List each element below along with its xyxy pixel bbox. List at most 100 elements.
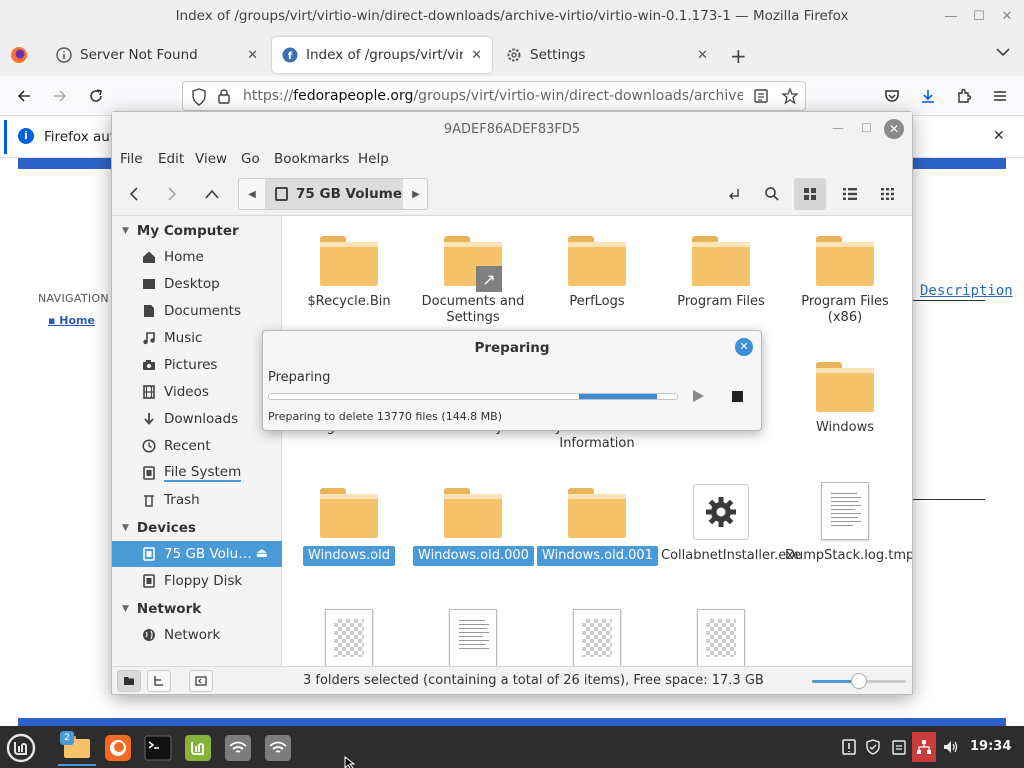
description-link[interactable]: Description bbox=[920, 283, 1013, 299]
file-item[interactable] bbox=[661, 609, 781, 666]
reader-view-icon[interactable] bbox=[753, 88, 769, 108]
icon-view-button[interactable] bbox=[794, 178, 826, 210]
list-view-button[interactable] bbox=[834, 178, 866, 210]
file-item[interactable] bbox=[413, 609, 533, 666]
file-item[interactable]: ↗ Documents and Settings bbox=[413, 236, 533, 326]
shield-tray-icon[interactable] bbox=[864, 738, 882, 756]
file-item-selected[interactable]: Windows.old bbox=[289, 488, 409, 566]
file-item[interactable]: Program Files bbox=[661, 236, 781, 310]
close-button[interactable]: ✕ bbox=[884, 119, 904, 139]
taskbar-firefox[interactable] bbox=[99, 730, 137, 766]
sidebar-item-trash[interactable]: Trash bbox=[112, 487, 282, 513]
taskbar-files[interactable]: 2 bbox=[58, 730, 96, 766]
sidebar-item-home[interactable]: Home bbox=[112, 244, 282, 270]
sidebar-section-network[interactable]: ▼ Network bbox=[122, 601, 201, 617]
notification-close-icon[interactable]: ✕ bbox=[993, 128, 1005, 144]
close-window-button[interactable]: ✕ bbox=[998, 8, 1016, 26]
eject-icon[interactable]: ⏏ bbox=[256, 546, 268, 561]
pocket-icon[interactable] bbox=[880, 84, 904, 108]
hamburger-menu-icon[interactable] bbox=[988, 84, 1012, 108]
taskbar-terminal[interactable] bbox=[139, 730, 177, 766]
forward-button[interactable] bbox=[48, 84, 72, 108]
breadcrumb-item-volume[interactable]: 75 GB Volume bbox=[265, 179, 403, 209]
sidebar-item-75gb-volume[interactable]: 75 GB Volu… ⏏ bbox=[112, 541, 282, 567]
tab-server-not-found[interactable]: Server Not Found ✕ bbox=[46, 37, 268, 73]
sidebar-item-downloads[interactable]: Downloads bbox=[112, 406, 282, 432]
lock-icon[interactable] bbox=[217, 88, 231, 108]
file-item-selected[interactable]: Windows.old.001 bbox=[537, 488, 658, 566]
menu-edit[interactable]: Edit bbox=[158, 151, 184, 167]
show-places-button[interactable] bbox=[117, 670, 141, 692]
new-tab-button[interactable]: + bbox=[730, 44, 747, 68]
maximize-button[interactable]: ☐ bbox=[970, 8, 988, 26]
file-item[interactable]: Program Files (x86) bbox=[785, 236, 905, 326]
dialog-close-button[interactable]: ✕ bbox=[735, 338, 753, 356]
file-item-selected[interactable]: Windows.old.000 bbox=[413, 488, 534, 566]
downloads-icon[interactable] bbox=[916, 84, 940, 108]
maximize-button[interactable]: ☐ bbox=[861, 121, 872, 135]
forward-button[interactable] bbox=[156, 178, 188, 210]
firefox-menu-icon[interactable] bbox=[10, 46, 28, 64]
sidebar-item-recent[interactable]: Recent bbox=[112, 433, 282, 459]
clipboard-tray-icon[interactable] bbox=[890, 738, 908, 756]
menu-view[interactable]: View bbox=[195, 151, 227, 167]
breadcrumb-left-icon[interactable]: ◀ bbox=[239, 179, 265, 209]
taskbar-network-app-2[interactable] bbox=[259, 730, 297, 766]
minimize-button[interactable]: — bbox=[942, 8, 960, 26]
minimize-button[interactable]: — bbox=[832, 121, 844, 135]
tab-close-icon[interactable]: ✕ bbox=[471, 48, 482, 63]
volume-icon[interactable] bbox=[942, 738, 960, 756]
url-text[interactable]: https://fedorapeople.org/groups/virt/vir… bbox=[243, 88, 743, 104]
sidebar-item-music[interactable]: Music bbox=[112, 325, 282, 351]
sidebar-item-floppy-disk[interactable]: Floppy Disk bbox=[112, 568, 282, 594]
sidebar-item-videos[interactable]: Videos bbox=[112, 379, 282, 405]
notification-tray-icon[interactable] bbox=[840, 738, 858, 756]
sidebar-item-documents[interactable]: Documents bbox=[112, 298, 282, 324]
file-item[interactable] bbox=[537, 609, 657, 666]
up-button[interactable] bbox=[196, 178, 228, 210]
hide-sidebar-button[interactable] bbox=[189, 670, 213, 692]
search-icon[interactable] bbox=[756, 178, 788, 210]
tab-settings[interactable]: Settings ✕ bbox=[496, 37, 718, 73]
list-tabs-icon[interactable] bbox=[996, 46, 1010, 60]
sidebar-item-desktop[interactable]: Desktop bbox=[112, 271, 282, 297]
open-terminal-icon[interactable] bbox=[718, 178, 750, 210]
mint-menu-button[interactable] bbox=[2, 730, 40, 766]
reload-button[interactable] bbox=[84, 84, 108, 108]
sidebar-section-devices[interactable]: ▼ Devices bbox=[122, 520, 196, 536]
show-treeview-button[interactable] bbox=[147, 670, 171, 692]
file-item[interactable]: $Recycle.Bin bbox=[289, 236, 409, 310]
bookmark-star-icon[interactable] bbox=[781, 87, 799, 109]
extensions-icon[interactable] bbox=[952, 84, 976, 108]
url-bar[interactable]: https://fedorapeople.org/groups/virt/vir… bbox=[182, 81, 806, 111]
file-item[interactable]: DumpStack.log.tmp bbox=[785, 482, 912, 564]
zoom-slider[interactable] bbox=[812, 673, 906, 689]
file-item[interactable]: CollabnetInstaller.exe bbox=[661, 484, 801, 564]
sidebar-item-file-system[interactable]: File System bbox=[112, 460, 282, 486]
resume-button[interactable] bbox=[691, 389, 705, 403]
menu-go[interactable]: Go bbox=[241, 151, 260, 167]
sidebar-item-pictures[interactable]: Pictures bbox=[112, 352, 282, 378]
tab-index[interactable]: f Index of /groups/virt/virtio- ✕ bbox=[272, 37, 492, 73]
stop-button[interactable] bbox=[732, 391, 743, 402]
back-button[interactable] bbox=[118, 178, 150, 210]
home-link[interactable]: ▪ Home bbox=[48, 314, 95, 327]
taskbar-network-app-1[interactable] bbox=[219, 730, 257, 766]
taskbar-mintinstall[interactable] bbox=[179, 730, 217, 766]
shield-icon[interactable] bbox=[191, 88, 207, 110]
tab-close-icon[interactable]: ✕ bbox=[697, 48, 708, 63]
sidebar-item-network[interactable]: Network bbox=[112, 622, 282, 648]
file-item[interactable]: PerfLogs bbox=[537, 236, 657, 310]
file-item[interactable]: Windows bbox=[785, 362, 905, 436]
network-tray-icon[interactable] bbox=[912, 732, 936, 762]
file-item[interactable] bbox=[289, 609, 409, 666]
breadcrumb-right-icon[interactable]: ▶ bbox=[403, 179, 429, 209]
zoom-slider-handle[interactable] bbox=[851, 673, 867, 689]
tab-close-icon[interactable]: ✕ bbox=[247, 48, 258, 63]
menu-bookmarks[interactable]: Bookmarks bbox=[274, 151, 349, 167]
sidebar-section-my-computer[interactable]: ▼ My Computer bbox=[122, 223, 239, 239]
menu-help[interactable]: Help bbox=[358, 151, 389, 167]
compact-view-button[interactable] bbox=[872, 178, 904, 210]
menu-file[interactable]: File bbox=[120, 151, 143, 167]
back-button[interactable] bbox=[12, 84, 36, 108]
